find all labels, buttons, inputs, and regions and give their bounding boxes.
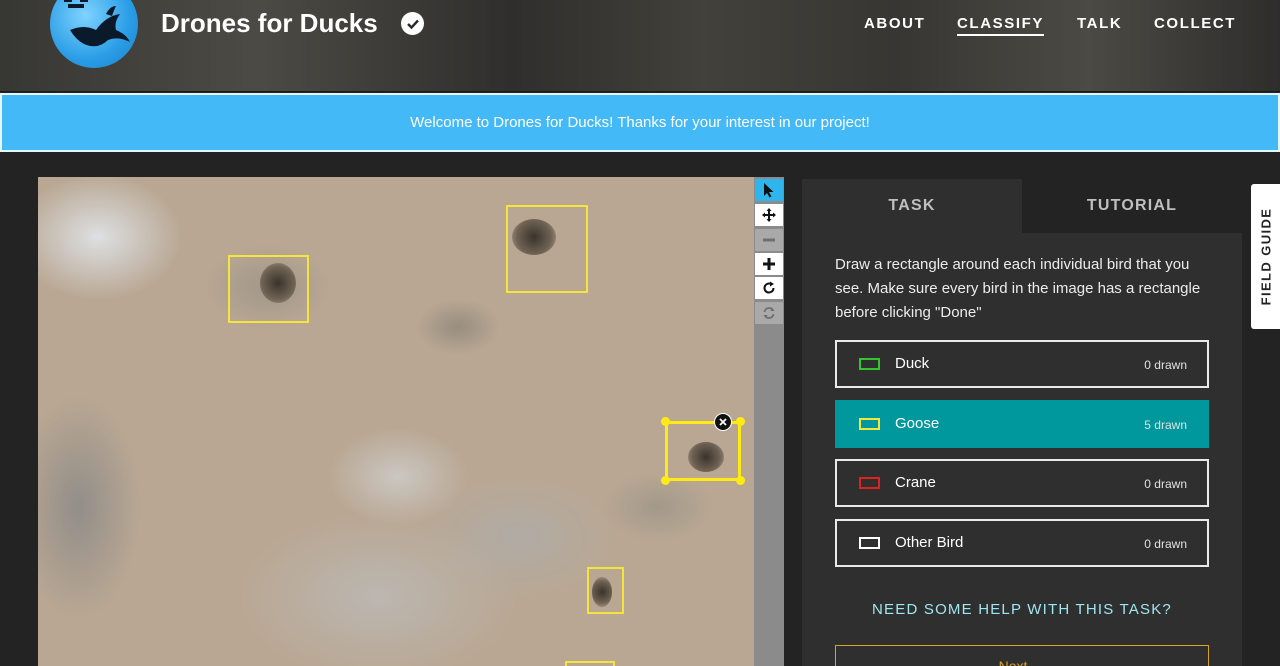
choice-label: Duck	[895, 355, 930, 372]
choice-count: 0 drawn	[1144, 537, 1187, 551]
choice-count: 5 drawn	[1144, 418, 1187, 432]
other-bird-color-swatch	[859, 537, 880, 549]
choice-goose[interactable]: Goose 5 drawn	[835, 400, 1209, 448]
duck-color-swatch	[859, 358, 880, 370]
field-guide-label: FIELD GUIDE	[1258, 207, 1273, 306]
rotate-icon[interactable]	[755, 277, 783, 299]
goose-rectangle[interactable]	[506, 205, 588, 293]
next-button[interactable]: Next →	[835, 645, 1209, 666]
goose-rectangle[interactable]	[228, 255, 309, 323]
zoom-out-icon[interactable]	[755, 229, 783, 251]
choice-duck[interactable]: Duck 0 drawn	[835, 340, 1209, 388]
nav-about[interactable]: ABOUT	[864, 15, 925, 32]
help-link[interactable]: NEED SOME HELP WITH THIS TASK?	[802, 601, 1242, 618]
choice-other-bird[interactable]: Other Bird 0 drawn	[835, 519, 1209, 567]
goose-color-swatch	[859, 418, 880, 430]
choice-count: 0 drawn	[1144, 358, 1187, 372]
goose-rectangle[interactable]	[587, 567, 624, 614]
project-logo[interactable]	[50, 0, 138, 68]
reset-icon[interactable]	[755, 302, 783, 324]
choice-label: Goose	[895, 415, 940, 432]
choice-label: Crane	[895, 474, 936, 491]
image-toolbar	[754, 177, 784, 666]
task-panel: TASK TUTORIAL Draw a rectangle around ea…	[802, 179, 1242, 666]
nav-talk[interactable]: TALK	[1077, 15, 1122, 32]
resize-handle[interactable]	[736, 417, 745, 426]
tab-tutorial[interactable]: TUTORIAL	[1022, 179, 1242, 233]
goose-rectangle-selected[interactable]	[665, 421, 741, 481]
resize-handle[interactable]	[661, 476, 670, 485]
nav-classify[interactable]: CLASSIFY	[957, 15, 1044, 36]
site-header: Drones for Ducks ABOUT CLASSIFY TALK COL…	[0, 0, 1280, 92]
zoom-in-icon[interactable]	[755, 253, 783, 275]
project-title[interactable]: Drones for Ducks	[161, 8, 378, 39]
choice-crane[interactable]: Crane 0 drawn	[835, 459, 1209, 507]
goose-rectangle[interactable]	[565, 661, 615, 666]
tab-task[interactable]: TASK	[802, 179, 1022, 233]
task-instruction: Draw a rectangle around each individual …	[835, 256, 1201, 321]
delete-mark-icon[interactable]	[714, 413, 732, 431]
welcome-banner: Welcome to Drones for Ducks! Thanks for …	[0, 93, 1280, 152]
crane-color-swatch	[859, 477, 880, 489]
subject-image[interactable]	[38, 177, 754, 666]
resize-handle[interactable]	[736, 476, 745, 485]
banner-text: Welcome to Drones for Ducks! Thanks for …	[410, 114, 870, 131]
choice-count: 0 drawn	[1144, 477, 1187, 491]
check-badge-icon	[401, 12, 424, 35]
pointer-icon[interactable]	[755, 179, 783, 201]
pan-icon[interactable]	[755, 204, 783, 226]
resize-handle[interactable]	[661, 417, 670, 426]
choice-label: Other Bird	[895, 534, 964, 551]
field-guide-tab[interactable]: FIELD GUIDE	[1251, 184, 1280, 329]
nav-collect[interactable]: COLLECT	[1154, 15, 1236, 32]
